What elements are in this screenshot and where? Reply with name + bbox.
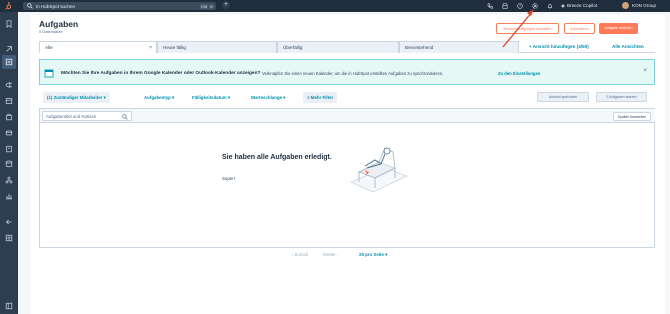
global-search-input[interactable]: In HubSpot suchen Ctrl K [23, 2, 216, 10]
calendar-sync-banner: Möchten Sie Ihre Aufgaben in Ihrem Googl… [39, 59, 655, 85]
create-task-button[interactable]: Aufgabe erstellen [599, 23, 638, 34]
settings-icon[interactable] [532, 3, 538, 9]
tab-label: Überfällig [283, 45, 303, 50]
banner-text: Verknüpfen Sie einen neuen Kalender, um … [262, 71, 444, 76]
relaxing-chair-illustration [349, 147, 409, 193]
filter-queue[interactable]: Warteschlange ▾ [251, 92, 286, 103]
library-icon[interactable] [5, 218, 13, 226]
contacts-icon[interactable] [5, 58, 13, 66]
service-icon[interactable] [5, 145, 13, 153]
close-icon[interactable]: × [643, 68, 647, 74]
all-views-link[interactable]: Alle Ansichten [612, 44, 644, 49]
avatar[interactable] [622, 2, 629, 9]
tab-upcoming[interactable]: Bevorstehend [399, 41, 519, 53]
notifications-button[interactable]: Benachrichtigungen einstellen [496, 23, 559, 34]
task-search-input[interactable]: Aufgabentitel und Notizen [42, 111, 132, 121]
empty-state-title: Sie haben alle Aufgaben erledigt. [222, 154, 332, 161]
add-view-link[interactable]: + Ansicht hinzufügen (4/50) [529, 44, 589, 49]
bell-icon[interactable] [547, 3, 553, 9]
next-page-button[interactable]: Weiter › [323, 252, 338, 257]
filter-assignee[interactable]: (1) Zuständiger Mitarbeiter ▾ [43, 92, 110, 103]
main-panel: Aufgaben 0 Datensätze Benachrichtigungen… [30, 15, 665, 314]
page-title: Aufgaben [39, 19, 79, 29]
tab-due-today[interactable]: Heute fällig [157, 41, 277, 53]
import-button[interactable]: Importieren [564, 23, 595, 34]
calendar-icon [44, 69, 54, 78]
task-search-placeholder: Aufgabentitel und Notizen [46, 114, 97, 119]
account-menu[interactable]: KON Group [632, 3, 656, 8]
quick-add-button[interactable]: + [222, 1, 230, 9]
tab-all[interactable]: Alle × [39, 41, 157, 53]
hubspot-logo-icon[interactable] [4, 2, 12, 10]
save-view-button[interactable]: Ansicht speichern [537, 92, 589, 102]
workspaces-icon[interactable] [5, 45, 13, 53]
data-icon[interactable] [5, 160, 13, 168]
commerce-icon[interactable] [5, 129, 13, 137]
bookmark-icon[interactable] [5, 20, 13, 28]
automation-icon[interactable] [5, 176, 13, 184]
prev-page-button[interactable]: ‹ Zurück [292, 252, 308, 257]
content-icon[interactable] [5, 97, 13, 105]
start-tasks-button[interactable]: 0 Aufgaben starten [596, 92, 647, 102]
copilot-icon [560, 3, 566, 9]
record-count: 0 Datensätze [39, 29, 63, 34]
marketing-icon[interactable] [5, 81, 13, 89]
table-toolbar: Aufgabentitel und Notizen Spalten bearbe… [40, 109, 655, 123]
marketplace-icon[interactable] [502, 3, 508, 9]
phone-icon[interactable] [487, 3, 493, 9]
search-icon [27, 3, 33, 9]
svg-text:?: ? [519, 4, 521, 8]
sales-icon[interactable] [5, 113, 13, 121]
marketplace-grid-icon[interactable] [5, 234, 13, 242]
top-nav-bar: In HubSpot suchen Ctrl K + ? Breeze Copi… [0, 0, 670, 12]
help-icon[interactable]: ? [517, 3, 523, 9]
filter-task-type[interactable]: Aufgabentyp ▾ [144, 92, 174, 103]
reporting-icon[interactable] [5, 192, 13, 200]
empty-state-subtitle: Super! [222, 176, 235, 181]
task-table: Aufgabentitel und Notizen Spalten bearbe… [39, 108, 655, 248]
shortcut-key: K [209, 3, 214, 9]
search-placeholder: In HubSpot suchen [36, 3, 76, 9]
copilot-button[interactable]: Breeze Copilot [567, 3, 597, 8]
banner-title: Möchten Sie Ihre Aufgaben in Ihrem Googl… [61, 71, 261, 76]
banner-settings-link[interactable]: Zu den Einstellungen [498, 71, 540, 76]
tab-label: Bevorstehend [405, 45, 434, 50]
filter-due-date[interactable]: Fälligkeitsdatum ▾ [192, 92, 230, 103]
edit-columns-button[interactable]: Spalten bearbeiten [613, 112, 651, 121]
more-filters-button[interactable]: ≡ Mehr Filter [303, 92, 338, 103]
collapse-icon[interactable] [5, 302, 13, 310]
shortcut-ctrl: Ctrl [199, 3, 208, 9]
sidebar [0, 12, 18, 314]
tab-label: Alle [45, 45, 53, 50]
close-icon[interactable]: × [149, 42, 152, 54]
tab-label: Heute fällig [163, 45, 186, 50]
tab-overdue[interactable]: Überfällig [277, 41, 399, 53]
per-page-select[interactable]: 25 pro Seite ▾ [359, 252, 387, 258]
search-icon [122, 113, 128, 120]
